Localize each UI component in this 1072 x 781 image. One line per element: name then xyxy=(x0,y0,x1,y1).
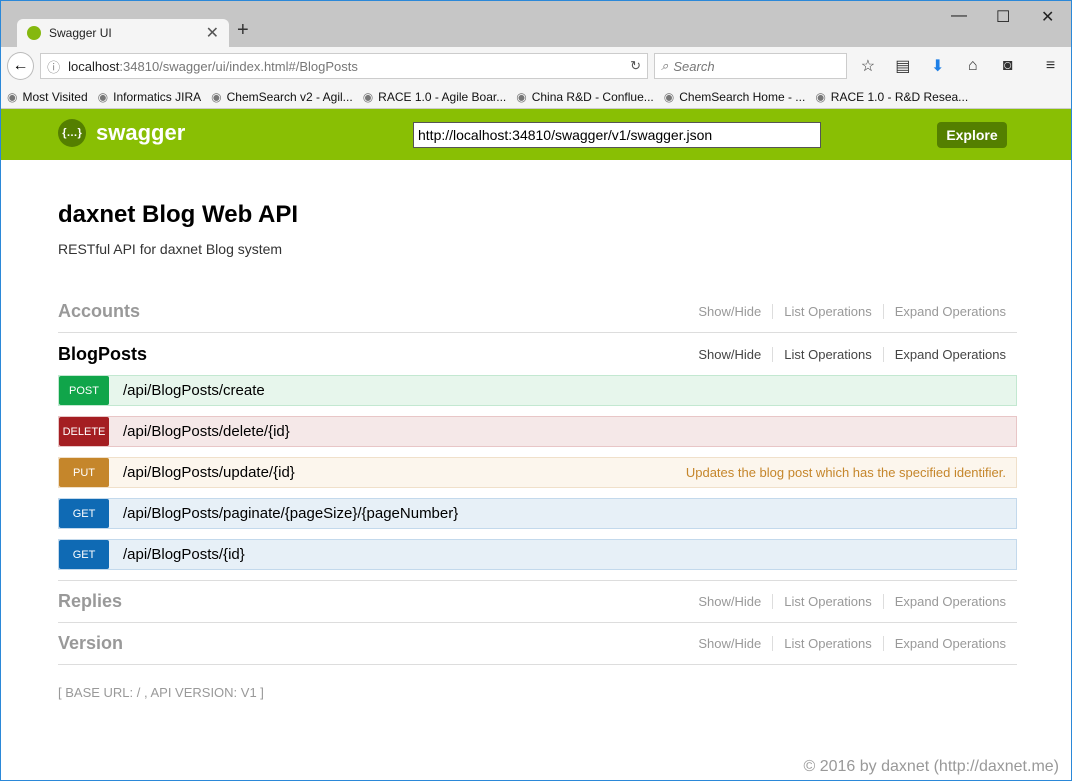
endpoint-row[interactable]: GET/api/BlogPosts/{id} xyxy=(58,539,1017,570)
api-title: daxnet Blog Web API xyxy=(58,201,299,228)
show-hide-link[interactable]: Show/Hide xyxy=(687,304,774,319)
endpoint-path[interactable]: /api/BlogPosts/paginate/{pageSize}/{page… xyxy=(123,505,458,522)
endpoint-path[interactable]: /api/BlogPosts/create xyxy=(123,382,265,399)
main-content: daxnet Blog Web API RESTful API for daxn… xyxy=(58,201,1017,700)
resource-version: Version Show/Hide List Operations Expand Op… xyxy=(58,623,1017,665)
api-description: RESTful API for daxnet Blog system xyxy=(58,241,283,257)
resource-name[interactable]: BlogPosts xyxy=(58,344,147,365)
close-window-button[interactable]: ✕ xyxy=(1041,7,1054,27)
home-icon[interactable]: ⌂ xyxy=(958,57,987,75)
bookmark-item[interactable]: ChemSearch v2 - Agil... xyxy=(211,90,353,104)
maximize-button[interactable]: ☐ xyxy=(996,7,1010,27)
bookmark-item[interactable]: Informatics JIRA xyxy=(98,90,201,104)
info-icon: ⓘ xyxy=(47,59,61,75)
list-operations-link[interactable]: List Operations xyxy=(773,346,884,362)
resource-name[interactable]: Version xyxy=(58,633,123,654)
expand-operations-link[interactable]: Expand Operations xyxy=(884,347,1017,362)
bookmark-item[interactable]: China R&D - Conflue... xyxy=(516,90,654,104)
minimize-button[interactable]: — xyxy=(951,7,967,25)
swagger-logo[interactable]: {…} swagger xyxy=(58,119,185,147)
resource-name[interactable]: Accounts xyxy=(58,301,140,322)
bookmark-item[interactable]: RACE 1.0 - R&D Resea... xyxy=(815,90,968,104)
tab-title: Swagger UI xyxy=(49,26,112,40)
method-badge[interactable]: POST xyxy=(59,376,109,405)
bookmarks-bar: Most Visited Informatics JIRA ChemSearch… xyxy=(1,85,1071,109)
resource-accounts: Accounts Show/Hide List Operations Expand O… xyxy=(58,291,1017,333)
copyright: © 2016 by daxnet (http://daxnet.me) xyxy=(803,758,1060,775)
browser-tab[interactable]: Swagger UI ✕ xyxy=(17,19,229,47)
endpoint-path[interactable]: /api/BlogPosts/delete/{id} xyxy=(123,423,290,440)
download-icon[interactable]: ⬇ xyxy=(923,56,952,76)
pocket-icon[interactable]: ◙ xyxy=(993,57,1022,75)
new-tab-button[interactable]: + xyxy=(237,19,249,42)
api-info: [ BASE URL: / , API VERSION: V1 ] xyxy=(58,685,264,700)
method-badge[interactable]: PUT xyxy=(59,458,109,487)
endpoint-summary: Updates the blog post which has the spec… xyxy=(685,465,1006,480)
resource-name[interactable]: Replies xyxy=(58,591,122,612)
endpoint-path[interactable]: /api/BlogPosts/{id} xyxy=(123,546,245,563)
endpoint-row[interactable]: POST/api/BlogPosts/create xyxy=(58,375,1017,406)
swagger-logo-icon: {…} xyxy=(58,119,86,147)
title-bar: Swagger UI ✕ + — ☐ ✕ xyxy=(1,1,1071,47)
spec-url-input[interactable]: http://localhost:34810/swagger/v1/swagge… xyxy=(413,122,821,148)
back-button[interactable]: ← xyxy=(7,52,35,80)
reload-icon[interactable]: ↻ xyxy=(630,58,641,74)
endpoint-row[interactable]: GET/api/BlogPosts/paginate/{pageSize}/{p… xyxy=(58,498,1017,529)
method-badge[interactable]: GET xyxy=(59,499,109,528)
explore-button[interactable]: Explore xyxy=(937,122,1007,148)
logo-text: swagger xyxy=(96,120,186,145)
bookmark-item[interactable]: RACE 1.0 - Agile Boar... xyxy=(363,90,506,104)
expand-operations-link[interactable]: Expand Operations xyxy=(884,636,1017,651)
resource-replies: Replies Show/Hide List Operations Expand Op… xyxy=(58,581,1017,623)
bookmark-item[interactable]: Most Visited xyxy=(7,90,87,104)
close-tab-icon[interactable]: ✕ xyxy=(206,23,219,43)
list-operations-link[interactable]: List Operations xyxy=(773,304,884,319)
reading-list-icon[interactable]: ▤ xyxy=(888,56,917,76)
expand-operations-link[interactable]: Expand Operations xyxy=(884,304,1017,319)
menu-icon[interactable]: ≡ xyxy=(1036,57,1065,75)
nav-bar: ← ⓘ localhost:34810/swagger/ui/index.html… xyxy=(1,47,1071,85)
search-icon: ⌕ xyxy=(661,58,669,73)
endpoint-row[interactable]: DELETE/api/BlogPosts/delete/{id} xyxy=(58,416,1017,447)
show-hide-link[interactable]: Show/Hide xyxy=(687,346,774,362)
url-host: localhost xyxy=(68,58,120,74)
swagger-header: {…} swagger http://localhost:34810/swagge… xyxy=(1,109,1071,160)
list-operations-link[interactable]: List Operations xyxy=(773,594,884,609)
method-badge[interactable]: DELETE xyxy=(59,417,109,446)
list-operations-link[interactable]: List Operations xyxy=(773,636,884,651)
search-input[interactable]: ⌕ Search xyxy=(654,53,848,79)
resource-blogposts: BlogPosts Show/Hide List Operations Expand … xyxy=(58,333,1017,375)
method-badge[interactable]: GET xyxy=(59,540,109,569)
endpoint-row[interactable]: PUT/api/BlogPosts/update/{id} Updates the… xyxy=(58,457,1017,488)
show-hide-link[interactable]: Show/Hide xyxy=(687,594,774,609)
endpoint-path[interactable]: /api/BlogPosts/update/{id} xyxy=(123,464,295,481)
bookmark-star-icon[interactable]: ☆ xyxy=(853,56,882,76)
search-placeholder: Search xyxy=(673,58,715,74)
url-path: :34810/swagger/ui/index.html#/BlogPosts xyxy=(119,58,358,74)
expand-operations-link[interactable]: Expand Operations xyxy=(884,594,1017,609)
url-bar[interactable]: ⓘ localhost:34810/swagger/ui/index.html#/… xyxy=(40,53,649,79)
swagger-favicon-icon xyxy=(27,26,41,40)
bookmark-item[interactable]: ChemSearch Home - ... xyxy=(664,90,805,104)
show-hide-link[interactable]: Show/Hide xyxy=(687,636,774,651)
